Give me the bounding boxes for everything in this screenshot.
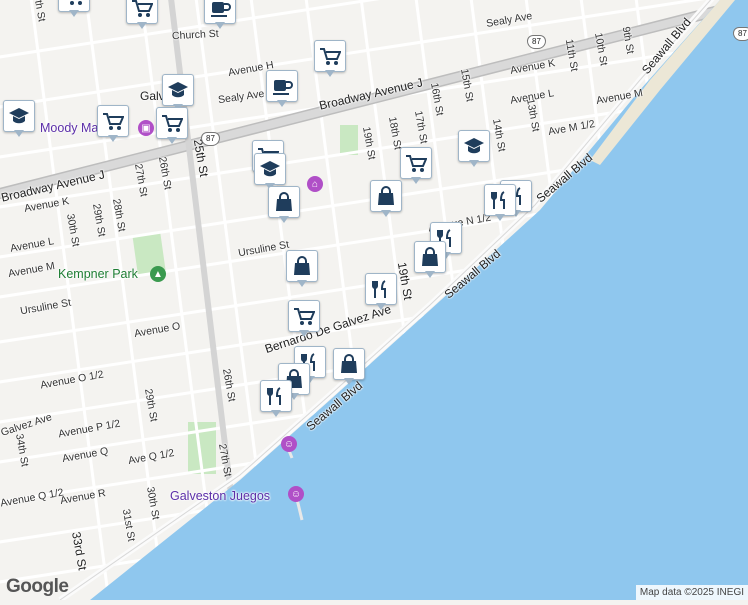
marker-graduation-cap[interactable] xyxy=(458,130,490,170)
marker-restaurant[interactable] xyxy=(365,273,397,313)
coffee-cup-icon xyxy=(211,2,231,17)
shopping-cart-icon xyxy=(406,155,427,172)
coffee-cup-icon xyxy=(273,80,293,95)
marker-coffee[interactable] xyxy=(204,0,236,32)
map-canvas[interactable]: Church St Sealy Ave Sealy Ave Avenue H B… xyxy=(0,0,748,605)
amusement-poi-icon[interactable]: ☺ xyxy=(288,486,304,502)
restaurant-icon xyxy=(491,191,505,209)
marker-graduation-cap[interactable] xyxy=(3,100,35,140)
shopping-bag-icon xyxy=(378,186,394,205)
graduation-cap-icon xyxy=(168,82,188,98)
shopping-cart-icon xyxy=(103,113,124,130)
marker-restaurant[interactable] xyxy=(260,380,292,420)
highway-87-shield: 87 xyxy=(733,27,748,41)
marker-shopping-cart[interactable] xyxy=(126,0,158,32)
marker-shopping-bag[interactable] xyxy=(414,241,446,281)
shopping-cart-icon xyxy=(162,115,183,132)
shopping-cart-icon xyxy=(70,1,82,5)
shopping-bag-icon xyxy=(294,256,310,275)
shopping-cart-icon xyxy=(132,0,153,17)
google-logo[interactable]: Google xyxy=(6,576,69,598)
amusement-poi-icon[interactable]: ☺ xyxy=(281,436,297,452)
marker-shopping-cart[interactable] xyxy=(314,40,346,80)
marker-shopping-cart[interactable] xyxy=(400,147,432,187)
restaurant-icon xyxy=(267,387,281,405)
shopping-bag-icon xyxy=(341,354,357,373)
place-label-moody-mansion[interactable]: Moody Ma xyxy=(40,122,98,135)
marker-shopping-bag[interactable] xyxy=(286,250,318,290)
museum-poi-icon[interactable]: ▣ xyxy=(138,120,154,136)
marker-shopping-cart[interactable] xyxy=(97,105,129,145)
shopping-cart-icon xyxy=(320,48,341,65)
marker-shopping-bag[interactable] xyxy=(333,348,365,388)
museum-poi-icon[interactable]: ⌂ xyxy=(307,176,323,192)
shopping-bag-icon xyxy=(422,247,438,266)
marker-shopping-cart[interactable] xyxy=(288,300,320,340)
graduation-cap-icon xyxy=(464,138,484,154)
highway-87-shield: 87 xyxy=(201,132,220,146)
map-attribution: Map data ©2025 INEGI xyxy=(635,585,748,600)
graduation-cap-icon xyxy=(260,161,280,177)
shopping-cart-icon xyxy=(294,308,315,325)
marker-shopping-bag[interactable] xyxy=(268,186,300,226)
marker-restaurant[interactable] xyxy=(484,184,516,224)
place-label-galveston-juegos[interactable]: Galveston Juegos xyxy=(170,490,270,503)
marker-coffee[interactable] xyxy=(266,70,298,110)
marker-shopping-cart[interactable] xyxy=(156,107,188,147)
place-label-kempner-park[interactable]: Kempner Park xyxy=(58,268,138,281)
highway-87-shield: 87 xyxy=(527,35,546,49)
marker-shopping-bag[interactable] xyxy=(370,180,402,220)
marker-shopping-cart[interactable] xyxy=(58,0,90,20)
graduation-cap-icon xyxy=(9,108,29,124)
restaurant-icon xyxy=(372,280,386,298)
park-poi-icon[interactable]: ▲ xyxy=(150,266,166,282)
shopping-bag-icon xyxy=(276,192,292,211)
